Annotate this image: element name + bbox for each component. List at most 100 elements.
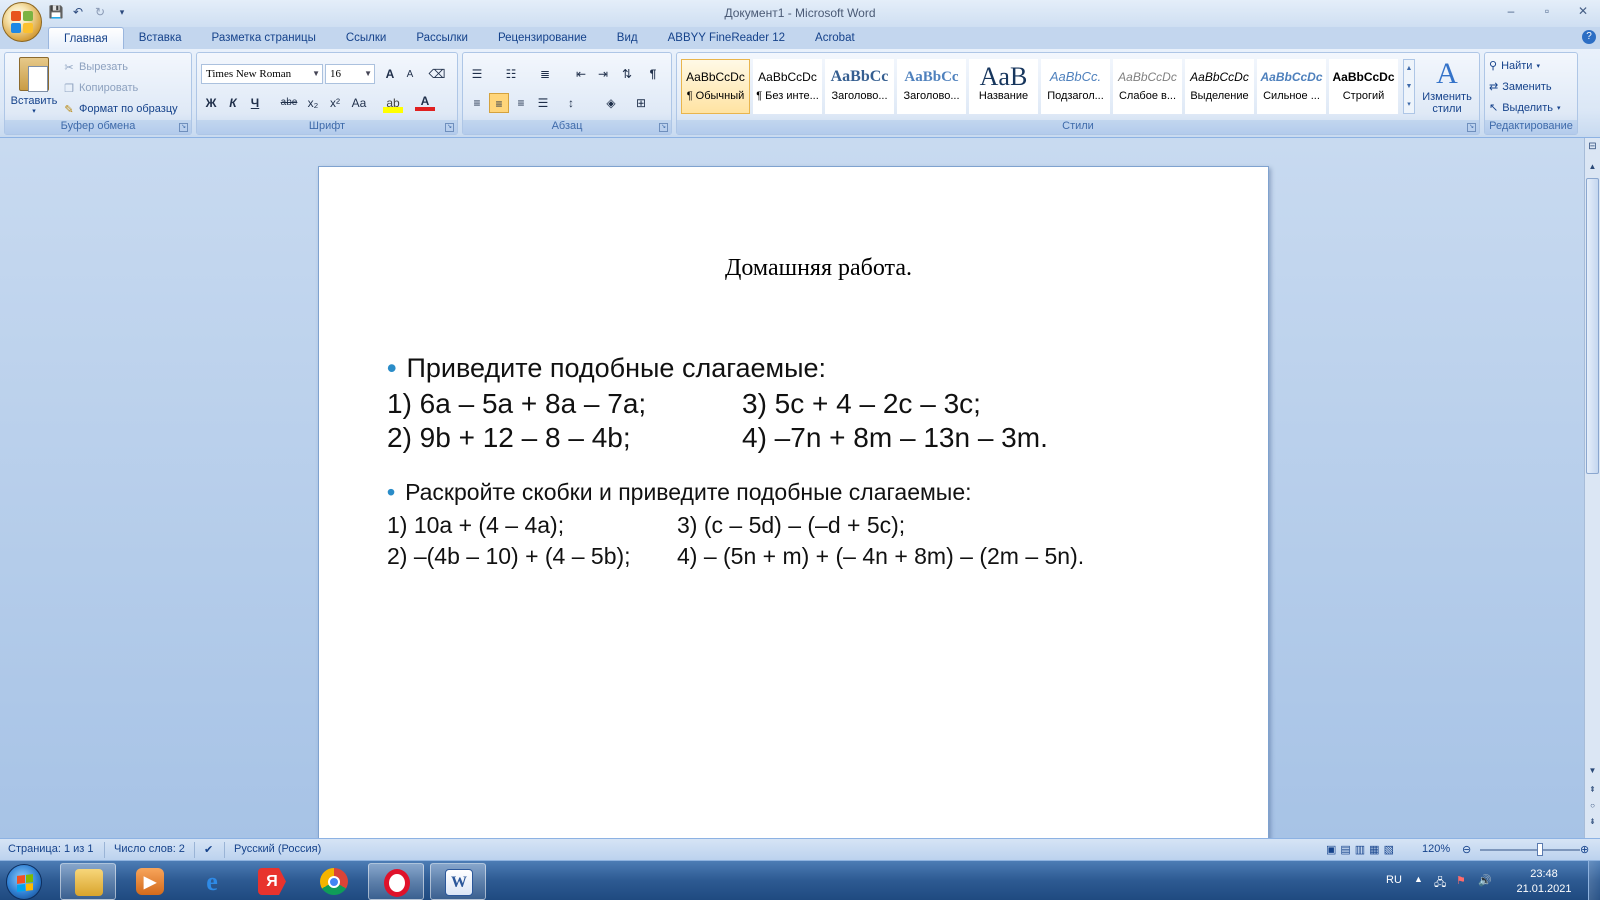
vertical-scrollbar[interactable]: ⊟ ▲ ▼ ⇞ ○ ⇟ xyxy=(1584,138,1600,838)
close-button[interactable]: ✕ xyxy=(1572,2,1594,20)
bullets-icon[interactable]: ☰ xyxy=(467,64,487,84)
decrease-indent-icon[interactable]: ⇤ xyxy=(571,64,591,84)
page-count[interactable]: Страница: 1 из 1 xyxy=(8,843,94,855)
ruler-toggle-icon[interactable]: ⊟ xyxy=(1586,140,1599,154)
change-styles-button[interactable]: A Изменить стили xyxy=(1417,57,1477,115)
paste-button[interactable]: Вставить ▾ xyxy=(9,57,59,115)
style-intense-emphasis[interactable]: AaBbCcDc Сильное ... xyxy=(1257,59,1326,114)
font-launcher-icon[interactable]: ↘ xyxy=(445,123,454,132)
style-heading-2[interactable]: AaBbCc Заголово... xyxy=(897,59,966,114)
document-page[interactable]: Домашняя работа. • Приведите подобные сла… xyxy=(318,166,1269,866)
network-icon[interactable]: 🖧 xyxy=(1434,874,1446,893)
borders-icon[interactable]: ⊞ xyxy=(631,93,651,113)
office-button[interactable] xyxy=(2,2,42,42)
tab-abbyy[interactable]: ABBYY FineReader 12 xyxy=(653,27,800,49)
shrink-font-button[interactable]: A xyxy=(400,65,420,85)
style-subtle-emphasis[interactable]: AaBbCcDc Слабое в... xyxy=(1113,59,1182,114)
tab-home[interactable]: Главная xyxy=(48,27,124,49)
zoom-slider[interactable] xyxy=(1480,849,1580,851)
align-left-icon[interactable]: ≡ xyxy=(467,93,487,113)
increase-indent-icon[interactable]: ⇥ xyxy=(593,64,613,84)
subscript-button[interactable]: x₂ xyxy=(303,93,323,113)
clear-format-icon[interactable]: ⌫ xyxy=(427,64,447,84)
replace-button[interactable]: ⇄ Заменить xyxy=(1489,77,1552,98)
taskbar-opera[interactable] xyxy=(368,863,424,900)
tab-insert[interactable]: Вставка xyxy=(124,27,197,49)
bold-button[interactable]: Ж xyxy=(201,93,221,113)
browse-object-icon[interactable]: ○ xyxy=(1586,799,1599,813)
scroll-down-icon[interactable]: ▼ xyxy=(1586,764,1599,778)
zoom-in-icon[interactable]: ⊕ xyxy=(1580,843,1589,856)
style-strong[interactable]: AaBbCcDc Строгий xyxy=(1329,59,1398,114)
word-count[interactable]: Число слов: 2 xyxy=(114,843,185,855)
tab-review[interactable]: Рецензирование xyxy=(483,27,602,49)
minimize-button[interactable]: – xyxy=(1500,2,1522,20)
show-marks-button[interactable]: ¶ xyxy=(643,64,663,84)
document-title[interactable]: Домашняя работа. xyxy=(319,255,1268,282)
tab-acrobat[interactable]: Acrobat xyxy=(800,27,870,49)
system-clock[interactable]: 23:48 21.01.2021 xyxy=(1508,867,1580,897)
taskbar-internet-explorer[interactable]: e xyxy=(184,863,240,900)
highlight-icon[interactable]: ab xyxy=(383,93,403,113)
scroll-up-icon[interactable]: ▲ xyxy=(1586,160,1599,174)
tab-page-layout[interactable]: Разметка страницы xyxy=(197,27,331,49)
paragraph-launcher-icon[interactable]: ↘ xyxy=(659,123,668,132)
maximize-button[interactable]: ▫ xyxy=(1536,2,1558,20)
copy-button[interactable]: ❐ Копировать xyxy=(63,78,178,99)
taskbar-word[interactable]: W xyxy=(430,863,486,900)
scroll-thumb[interactable] xyxy=(1586,178,1599,474)
shading-icon[interactable]: ◈ xyxy=(601,93,621,113)
taskbar-chrome[interactable] xyxy=(306,863,362,900)
multilevel-list-icon[interactable]: ≣ xyxy=(535,64,555,84)
tab-mailings[interactable]: Рассылки xyxy=(401,27,483,49)
clipboard-launcher-icon[interactable]: ↘ xyxy=(179,123,188,132)
line-spacing-icon[interactable]: ↕ xyxy=(561,93,581,113)
taskbar-media-player[interactable]: ▶ xyxy=(122,863,178,900)
start-button[interactable] xyxy=(6,864,42,900)
change-case-button[interactable]: Aa xyxy=(349,93,369,113)
show-hidden-icons-icon[interactable]: ▲ xyxy=(1414,874,1423,884)
zoom-slider-thumb[interactable] xyxy=(1537,843,1543,856)
view-mode-icons[interactable]: ▣▤▥▦▧ xyxy=(1326,843,1398,856)
format-painter-button[interactable]: ✎ Формат по образцу xyxy=(63,99,177,120)
find-button[interactable]: ⚲ Найти ▾ xyxy=(1489,56,1540,77)
italic-button[interactable]: К xyxy=(223,93,243,113)
styles-launcher-icon[interactable]: ↘ xyxy=(1467,123,1476,132)
tab-view[interactable]: Вид xyxy=(602,27,653,49)
style-heading-1[interactable]: AaBbCc Заголово... xyxy=(825,59,894,114)
strikethrough-button[interactable]: abe xyxy=(279,93,299,113)
superscript-button[interactable]: x² xyxy=(325,93,345,113)
style-title[interactable]: AaB Название xyxy=(969,59,1038,114)
language-indicator[interactable]: Русский (Россия) xyxy=(234,843,321,855)
align-right-icon[interactable]: ≡ xyxy=(511,93,531,113)
help-icon[interactable]: ? xyxy=(1582,30,1596,44)
taskbar-yandex[interactable]: Я xyxy=(244,863,300,900)
styles-scroll-icon[interactable]: ▲ ▼ ▾ xyxy=(1403,59,1415,114)
taskbar-explorer[interactable] xyxy=(60,863,116,900)
cut-button[interactable]: ✂ Вырезать xyxy=(63,57,178,78)
grow-font-button[interactable]: A xyxy=(380,64,400,84)
sort-icon[interactable]: ⇅ xyxy=(617,64,637,84)
numbering-icon[interactable]: ☷ xyxy=(501,64,521,84)
input-language[interactable]: RU xyxy=(1386,874,1402,886)
zoom-out-icon[interactable]: ⊖ xyxy=(1462,843,1471,856)
action-center-flag-icon[interactable]: ⚑ xyxy=(1456,874,1466,887)
style-emphasis[interactable]: AaBbCcDc Выделение xyxy=(1185,59,1254,114)
style-no-spacing[interactable]: AaBbCcDc ¶ Без инте... xyxy=(753,59,822,114)
font-name-field[interactable]: Times New Roman ▼ xyxy=(201,64,323,84)
zoom-level[interactable]: 120% xyxy=(1422,843,1450,855)
underline-button[interactable]: Ч xyxy=(245,93,265,113)
show-desktop-button[interactable] xyxy=(1588,861,1600,900)
tab-references[interactable]: Ссылки xyxy=(331,27,402,49)
font-color-icon[interactable]: A xyxy=(415,93,435,111)
justify-icon[interactable]: ☰ xyxy=(533,93,553,113)
previous-page-icon[interactable]: ⇞ xyxy=(1586,783,1599,797)
select-button[interactable]: ↖ Выделить ▾ xyxy=(1489,98,1560,119)
style-subtitle[interactable]: AaBbCc. Подзагол... xyxy=(1041,59,1110,114)
style-normal[interactable]: AaBbCcDc ¶ Обычный xyxy=(681,59,750,114)
align-center-icon[interactable]: ≡ xyxy=(489,93,509,113)
proofing-icon[interactable]: ✔ xyxy=(204,843,213,856)
volume-icon[interactable]: 🔊 xyxy=(1478,874,1492,887)
font-size-field[interactable]: 16 ▼ xyxy=(325,64,375,84)
next-page-icon[interactable]: ⇟ xyxy=(1586,815,1599,829)
